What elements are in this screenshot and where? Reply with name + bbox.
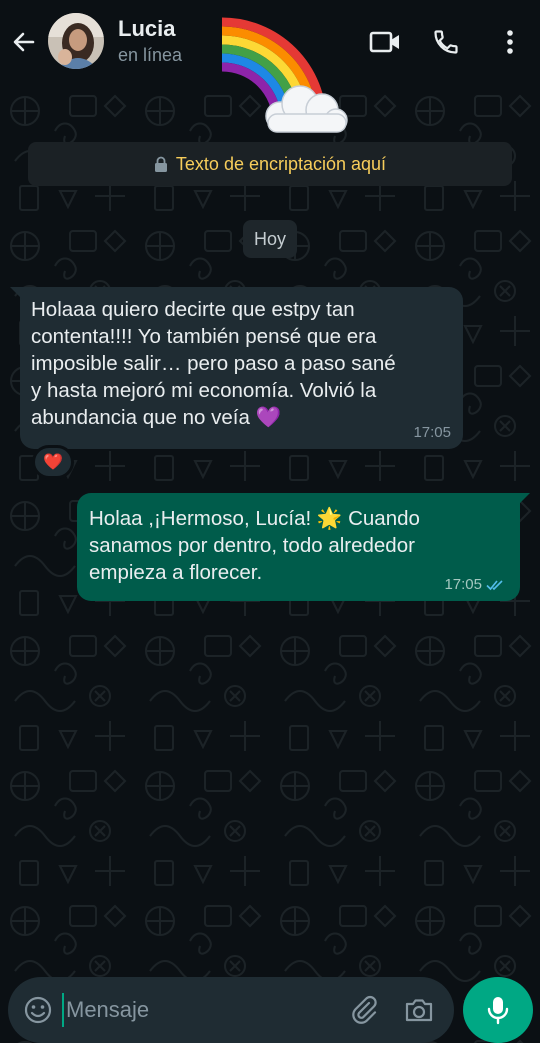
voice-call-button[interactable] [426,22,466,62]
encryption-notice[interactable]: Texto de encriptación aquí [28,142,512,186]
heart-reaction-icon: ❤️ [43,454,63,471]
date-chip: Hoy [243,220,297,258]
message-time: 17:05 [444,576,482,593]
message-reaction[interactable]: ❤️ [32,445,74,479]
message-incoming[interactable]: Holaaa quiero decirte que estpy tan cont… [10,287,463,449]
phone-icon [434,30,458,54]
attach-button[interactable] [348,994,380,1026]
encryption-notice-text: Texto de encriptación aquí [175,153,387,174]
paperclip-icon [352,995,377,1024]
camera-button[interactable] [403,994,435,1026]
more-vertical-icon [507,30,513,54]
camera-icon [405,999,433,1022]
arrow-left-icon [13,32,35,52]
message-outgoing[interactable]: Holaa ,¡Hermoso, Lucía! 🌟 Cuando sanamos… [77,493,530,601]
rainbow-emoji [221,17,348,133]
message-composer [8,977,454,1043]
double-check-read-icon [486,579,503,590]
message-input[interactable] [62,993,332,1027]
message-text: Holaaa quiero decirte que estpy tan cont… [31,298,396,429]
message-time: 17:05 [413,424,451,441]
message-meta: 17:05 [444,576,506,593]
emoji-button[interactable] [22,994,54,1026]
avatar[interactable] [48,13,104,69]
voice-record-button[interactable] [463,977,533,1043]
video-call-button[interactable] [365,22,405,62]
avatar-photo [48,13,104,69]
lock-icon [154,156,167,172]
emoji-icon [24,996,52,1024]
rainbow-sticker [218,10,350,138]
message-text: Holaa ,¡Hermoso, Lucía! 🌟 Cuando sanamos… [89,507,420,584]
more-options-button[interactable] [490,22,530,62]
contact-status: en línea [118,45,183,65]
contact-name[interactable]: Lucia [118,16,175,42]
microphone-icon [487,997,509,1025]
video-camera-icon [369,31,399,53]
back-button[interactable] [8,26,40,58]
